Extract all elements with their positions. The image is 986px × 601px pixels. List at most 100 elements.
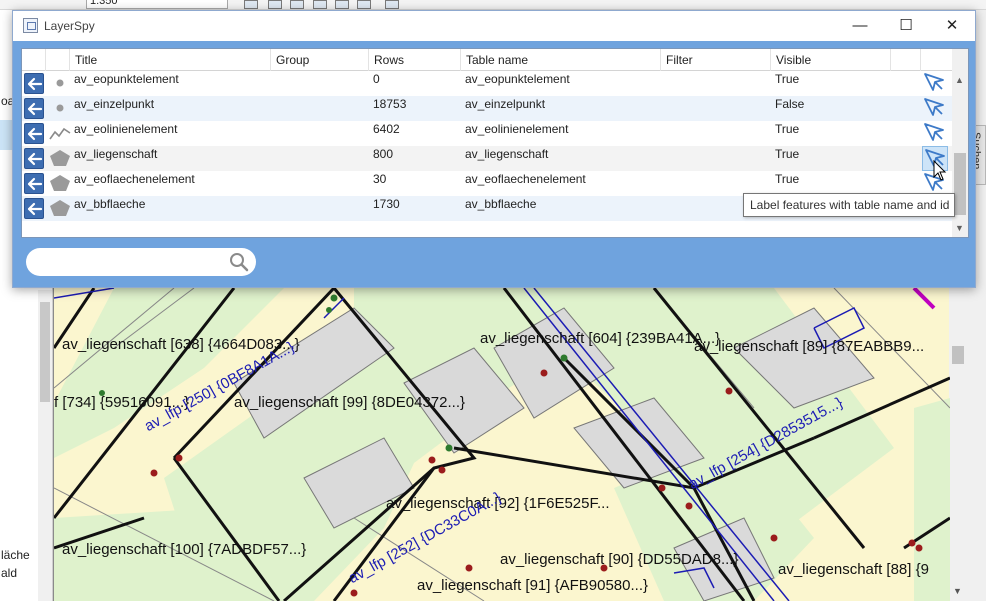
arrow-left-icon	[27, 77, 43, 91]
search-box[interactable]	[26, 248, 256, 276]
map-label: av_liegenschaft [100] {7ADBDF57...}	[62, 541, 307, 558]
map-label: av_liegenschaft [604] {239BA41A...}	[480, 330, 721, 347]
background-toolbar: 1:350	[0, 0, 986, 10]
tooltip: Label features with table name and id	[743, 193, 955, 217]
arrow-left-icon	[27, 127, 43, 141]
cell-title: av_eopunktelement	[74, 72, 179, 86]
arrow-left-icon	[27, 152, 43, 166]
scrollbar-thumb[interactable]	[954, 153, 966, 215]
arrow-left-icon	[27, 202, 43, 216]
column-header-blank	[891, 49, 921, 71]
minimize-button[interactable]: —	[837, 11, 883, 41]
layerspy-window: LayerSpy — ☐ ✕ Title Group Rows Table na…	[12, 10, 976, 288]
zoom-to-layer-button[interactable]	[24, 73, 44, 94]
cell-rows: 6402	[373, 122, 400, 136]
zoom-to-layer-button[interactable]	[24, 148, 44, 169]
screen: 1:350 oac läche ald Suchen av_liegenscha…	[0, 0, 986, 601]
zoom-to-layer-button[interactable]	[24, 98, 44, 119]
cell-rows: 0	[373, 72, 380, 86]
toolbar-icon[interactable]	[335, 0, 349, 9]
arrow-left-icon	[27, 102, 43, 116]
column-header-filter[interactable]: Filter	[661, 49, 771, 71]
column-header-blank	[46, 49, 70, 71]
label-features-button[interactable]	[922, 96, 948, 121]
line-geometry-icon	[49, 124, 71, 142]
cell-table-name: av_bbflaeche	[465, 197, 537, 211]
window-titlebar[interactable]: LayerSpy — ☐ ✕	[13, 11, 975, 41]
column-header-blank	[22, 49, 46, 71]
map-highlight-line	[912, 288, 936, 310]
map-label: av_liegenschaft [90] {DD55DAD8...}	[500, 551, 739, 568]
map-label: av_liegenschaft [88] {9	[778, 561, 929, 578]
toolbar-icon[interactable]	[268, 0, 282, 9]
search-icon[interactable]	[228, 251, 250, 273]
table-row[interactable]: av_liegenschaft 800 av_liegenschaft True	[22, 146, 952, 171]
cell-table-name: av_eoflaechenelement	[465, 172, 586, 186]
scroll-up-icon[interactable]: ▲	[955, 75, 964, 85]
cell-title: av_eoflaechenelement	[74, 172, 195, 186]
map-label: av_liegenschaft [89] {87EABBB9...	[694, 338, 925, 355]
cell-title: av_einzelpunkt	[74, 97, 155, 111]
column-header-table-name[interactable]: Table name	[461, 49, 661, 71]
map-scrollbar[interactable]: ▼	[950, 288, 967, 601]
cell-rows: 1730	[373, 197, 400, 211]
label-features-button[interactable]	[922, 71, 948, 96]
column-header-group[interactable]: Group	[271, 49, 369, 71]
left-panel-text: läche	[1, 548, 30, 562]
cell-table-name: av_einzelpunkt	[465, 97, 546, 111]
cell-visible: True	[775, 122, 800, 136]
cell-title: av_eolinienelement	[74, 122, 178, 136]
zoom-to-layer-button[interactable]	[24, 123, 44, 144]
cell-visible: False	[775, 97, 805, 111]
scrollbar-thumb[interactable]	[952, 346, 964, 364]
table-header: Title Group Rows Table name Filter Visib…	[22, 49, 952, 71]
cell-visible: True	[775, 72, 800, 86]
app-icon	[23, 18, 38, 33]
close-button[interactable]: ✕	[929, 11, 975, 41]
cell-rows: 800	[373, 147, 394, 161]
map-label: av_liegenschaft [638] {4664D083...}	[62, 336, 300, 353]
table-row[interactable]: av_eolinienelement 6402 av_eolinienelement…	[22, 121, 952, 146]
toolbar-icon[interactable]	[313, 0, 327, 9]
toolbar-icon[interactable]	[290, 0, 304, 9]
cell-table-name: av_liegenschaft	[465, 147, 549, 161]
toolbar-icon[interactable]	[385, 0, 399, 9]
left-panel-scrollbar[interactable]	[38, 290, 52, 601]
toolbar-icon[interactable]	[357, 0, 371, 9]
column-header-visible[interactable]: Visible	[771, 49, 891, 71]
label-arrow-icon	[924, 123, 944, 141]
point-geometry-icon	[49, 99, 71, 117]
cell-title: av_liegenschaft	[74, 147, 158, 161]
label-arrow-icon	[924, 98, 944, 116]
map-canvas[interactable]: av_liegenschaft [638] {4664D083...} av_l…	[53, 288, 950, 601]
zoom-to-layer-button[interactable]	[24, 173, 44, 194]
scroll-down-icon[interactable]: ▼	[953, 586, 962, 596]
table-row[interactable]: av_eopunktelement 0 av_eopunktelement True	[22, 71, 952, 96]
scroll-down-icon[interactable]: ▼	[955, 223, 964, 233]
scrollbar-thumb[interactable]	[40, 302, 50, 402]
layerspy-body: Title Group Rows Table name Filter Visib…	[13, 41, 975, 287]
cell-title: av_bbflaeche	[74, 197, 146, 211]
window-title: LayerSpy	[44, 19, 95, 33]
cell-rows: 30	[373, 172, 387, 186]
polygon-geometry-icon	[49, 199, 71, 217]
arrow-left-icon	[27, 177, 43, 191]
map-label: av_liegenschaft [91] {AFB90580...}	[417, 577, 648, 594]
label-features-button[interactable]	[922, 121, 948, 146]
cell-visible: True	[775, 147, 800, 161]
column-header-rows[interactable]: Rows	[369, 49, 461, 71]
scale-combo[interactable]: 1:350	[86, 0, 228, 9]
point-geometry-icon	[49, 74, 71, 92]
toolbar-icon[interactable]	[244, 0, 258, 9]
left-panel-text: ald	[1, 566, 18, 580]
map-label: av_liegenschaft [99] {8DE04372...}	[234, 394, 466, 411]
zoom-to-layer-button[interactable]	[24, 198, 44, 219]
maximize-button[interactable]: ☐	[883, 11, 929, 41]
cell-rows: 18753	[373, 97, 407, 111]
column-header-title[interactable]: Title	[70, 49, 271, 71]
polygon-geometry-icon	[49, 174, 71, 192]
polygon-geometry-icon	[49, 149, 71, 167]
cell-table-name: av_eopunktelement	[465, 72, 570, 86]
table-row[interactable]: av_einzelpunkt 18753 av_einzelpunkt False	[22, 96, 952, 121]
search-input[interactable]	[38, 253, 218, 271]
